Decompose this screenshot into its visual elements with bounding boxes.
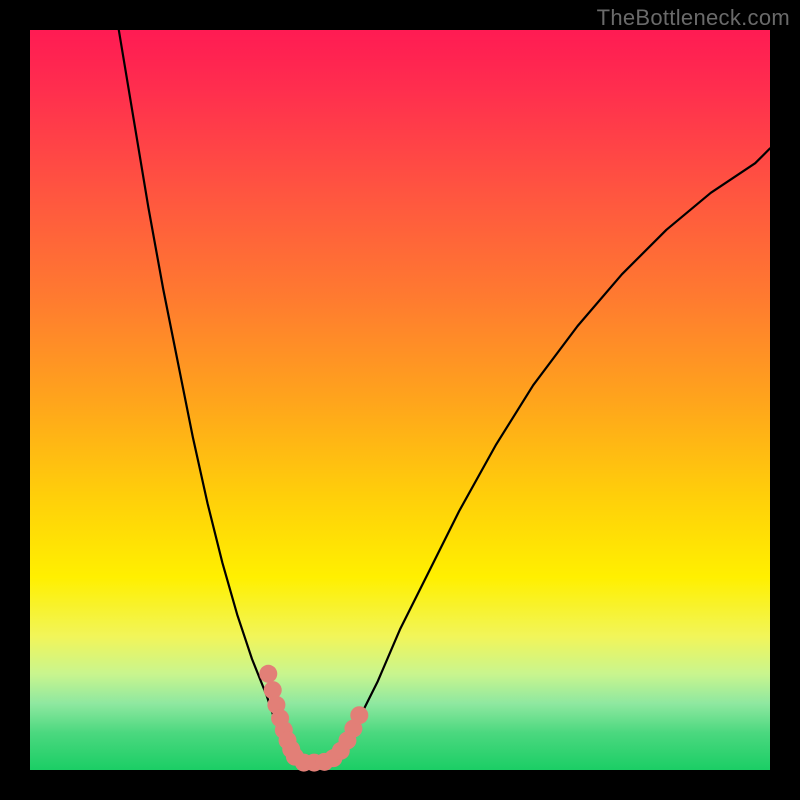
series-group xyxy=(119,30,770,763)
marker-point xyxy=(259,665,277,683)
marker-point xyxy=(350,706,368,724)
watermark-text: TheBottleneck.com xyxy=(597,5,790,31)
marker-group xyxy=(259,665,368,772)
curve-svg xyxy=(30,30,770,770)
plot-area xyxy=(30,30,770,770)
series-right-curve xyxy=(341,148,770,755)
series-left-curve xyxy=(119,30,293,755)
chart-frame: TheBottleneck.com xyxy=(0,0,800,800)
